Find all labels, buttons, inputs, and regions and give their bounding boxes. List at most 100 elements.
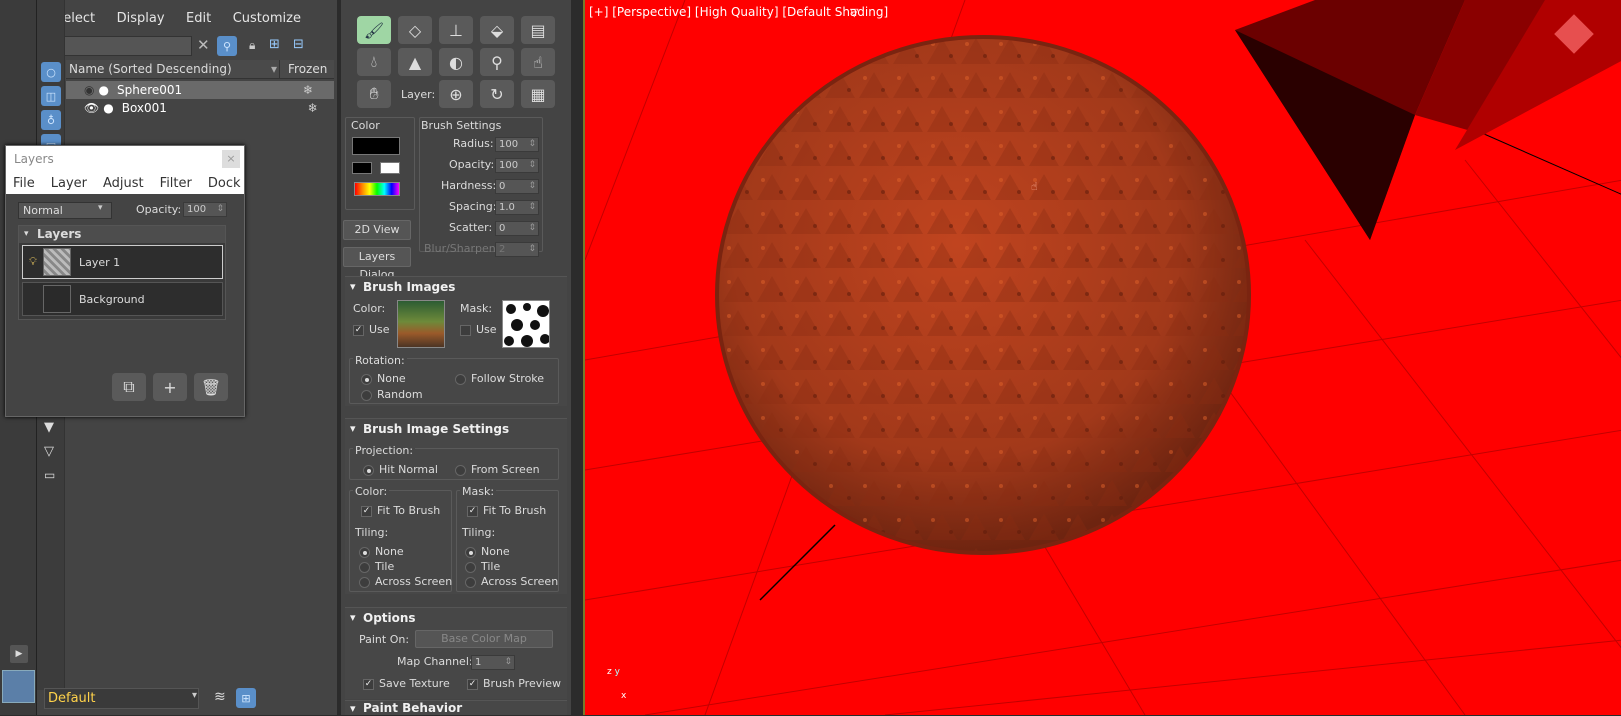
column-frozen[interactable]: Frozen	[279, 60, 327, 78]
save-texture-checkbox[interactable]: ✓ Save Texture	[363, 677, 450, 690]
foreground-color-swatch[interactable]	[352, 162, 372, 174]
search-input[interactable]	[44, 36, 192, 56]
color-palette-icon[interactable]	[354, 182, 400, 196]
color-tiling-tile[interactable]: Tile	[359, 560, 394, 573]
layer-explorer-icon[interactable]: ⊞	[236, 688, 256, 708]
freeze-icon[interactable]: ❄	[308, 101, 318, 115]
layer-rotate-icon[interactable]: ↻	[480, 80, 514, 108]
color-fit-to-brush[interactable]: ✓ Fit To Brush	[361, 504, 440, 517]
contrast-icon[interactable]: ◐	[439, 48, 473, 76]
viewport-label[interactable]: [+] [Perspective] [High Quality] [Defaul…	[589, 5, 888, 19]
viewport-layout-icon[interactable]	[2, 670, 35, 703]
layer-dropdown[interactable]: Default	[44, 688, 199, 709]
container-icon[interactable]: ▭	[44, 468, 55, 482]
viewport-filter-icon[interactable]: ▽	[850, 6, 858, 19]
scene-row-box[interactable]: 👁︎ ● Box001 ❄	[66, 99, 334, 117]
hierarchy-icon[interactable]: ⊞	[269, 37, 280, 52]
sharpen-icon[interactable]: ▲	[398, 48, 432, 76]
lightbulb-icon[interactable]: 💡︎	[23, 255, 43, 269]
primary-color-swatch[interactable]	[352, 137, 400, 155]
layer-row-background[interactable]: Background	[22, 282, 223, 316]
menu-layer[interactable]: Layer	[51, 176, 87, 191]
hand-pan-icon[interactable]: ✋︎	[357, 80, 391, 108]
dodge-icon[interactable]: ⚲	[480, 48, 514, 76]
display-shapes-icon[interactable]: ◫	[41, 86, 61, 106]
color-tiling-none[interactable]: None	[359, 545, 404, 558]
display-lights-icon[interactable]: ♁	[41, 110, 61, 130]
rotation-none[interactable]: None	[361, 372, 406, 385]
mask-fit-to-brush[interactable]: ✓ Fit To Brush	[467, 504, 546, 517]
clone-stamp-icon[interactable]: ⊥	[439, 16, 473, 44]
brush-mask-use[interactable]: Use	[460, 323, 497, 336]
gradient-icon[interactable]: ▤	[521, 16, 555, 44]
display-geometry-icon[interactable]: ○	[41, 62, 61, 82]
hardness-spinner[interactable]: 0	[495, 179, 539, 194]
lock-icon[interactable]: 🔒︎	[249, 38, 255, 53]
delete-layer-icon[interactable]: 🗑︎	[194, 373, 228, 401]
menu-edit[interactable]: Edit	[186, 11, 211, 26]
visibility-eye-icon[interactable]: ◉	[84, 83, 94, 97]
menu-customize[interactable]: Customize	[233, 11, 301, 26]
rotation-random[interactable]: Random	[361, 388, 423, 401]
brush-mask-image[interactable]	[502, 300, 550, 348]
brush-preview-checkbox[interactable]: ✓ Brush Preview	[467, 677, 561, 690]
map-channel-spinner[interactable]: 1	[471, 655, 515, 670]
funnel-icon[interactable]: ▽	[44, 444, 54, 459]
render-dot-icon[interactable]: ●	[103, 101, 113, 115]
brush-images-header[interactable]: Brush Images	[345, 277, 567, 297]
duplicate-layer-icon[interactable]: ⧉	[112, 373, 146, 401]
spacing-spinner[interactable]: 1.0	[495, 200, 539, 215]
blur-sharpen-spinner[interactable]: 2	[495, 242, 539, 257]
filter-icon[interactable]: ▼	[44, 420, 54, 435]
freeze-icon[interactable]: ❄	[303, 83, 313, 97]
brush-image-settings-header[interactable]: Brush Image Settings	[345, 419, 567, 439]
perspective-viewport[interactable]: [+] [Perspective] [High Quality] [Defaul…	[583, 0, 1621, 715]
brush-color-use[interactable]: ✓ Use	[353, 323, 390, 336]
menu-adjust[interactable]: Adjust	[103, 176, 144, 191]
eraser-icon[interactable]: ◇	[398, 16, 432, 44]
2d-view-button[interactable]: 2D View	[343, 220, 411, 240]
background-color-swatch[interactable]	[380, 162, 400, 174]
options-header[interactable]: Options	[345, 608, 567, 628]
paint-on-button[interactable]: Base Color Map	[415, 630, 553, 648]
paint-brush-icon[interactable]: 🖌︎	[357, 16, 391, 44]
layer-row-active[interactable]: 💡︎ Layer 1	[22, 245, 223, 279]
menu-display[interactable]: Display	[117, 11, 165, 26]
render-dot-icon[interactable]: ●	[98, 83, 108, 97]
clear-search-icon[interactable]: ✕	[197, 36, 210, 54]
checkbox[interactable]: ✓	[353, 324, 364, 336]
radius-spinner[interactable]: 100	[495, 137, 539, 152]
scatter-spinner[interactable]: 0	[495, 221, 539, 236]
fill-icon[interactable]: ⬙	[480, 16, 514, 44]
blur-drop-icon[interactable]: 💧︎	[357, 48, 391, 76]
color-tiling-across[interactable]: Across Screen	[359, 575, 452, 588]
mask-tiling-none[interactable]: None	[465, 545, 510, 558]
layer-dialog-icon[interactable]: ▦	[521, 80, 555, 108]
hierarchy-collapse-icon[interactable]: ⊟	[293, 37, 304, 52]
menu-file[interactable]: File	[13, 176, 35, 191]
menu-dock[interactable]: Dock	[208, 176, 241, 191]
mask-tiling-across[interactable]: Across Screen	[465, 575, 558, 588]
visibility-eye-icon[interactable]: 👁︎	[84, 101, 99, 115]
sphere-object[interactable]	[715, 35, 1251, 555]
play-icon[interactable]: ▶	[10, 645, 28, 663]
filter-toggle-icon[interactable]: ⚲	[217, 36, 237, 56]
scene-row-sphere[interactable]: ◉ ● Sphere001 ❄	[66, 81, 334, 99]
dropdown-arrow-icon[interactable]: ▾	[192, 690, 197, 701]
menu-filter[interactable]: Filter	[160, 176, 192, 191]
smudge-icon[interactable]: ☝	[521, 48, 555, 76]
layer-add-icon[interactable]: ⊕	[439, 80, 473, 108]
checkbox[interactable]	[460, 324, 471, 336]
opacity-spinner[interactable]: 100	[183, 202, 227, 217]
layers-dialog-button[interactable]: Layers Dialog	[343, 247, 411, 281]
column-name[interactable]: Name (Sorted Descending)	[66, 60, 271, 78]
opacity-spinner[interactable]: 100	[495, 158, 539, 173]
layers-section-header[interactable]: ▾ Layers	[19, 226, 225, 243]
add-layer-icon[interactable]: +	[153, 373, 187, 401]
close-icon[interactable]: ×	[222, 150, 240, 168]
mask-tiling-tile[interactable]: Tile	[465, 560, 500, 573]
projection-from-screen[interactable]: From Screen	[455, 463, 540, 476]
rotation-follow-stroke[interactable]: Follow Stroke	[455, 372, 544, 385]
projection-hit-normal[interactable]: Hit Normal	[363, 463, 438, 476]
layer-stack-icon[interactable]: ≋	[214, 689, 226, 705]
